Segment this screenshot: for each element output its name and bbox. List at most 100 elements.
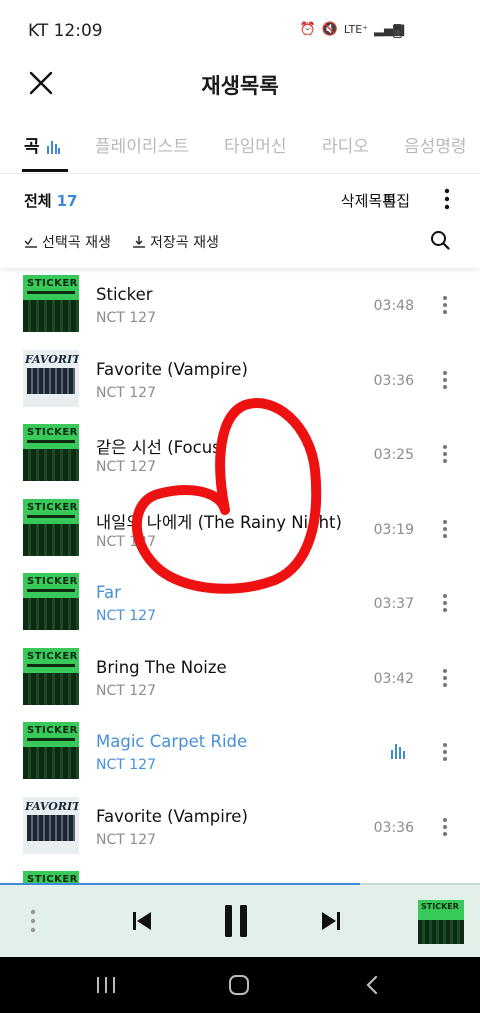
song-title: Favorite (Vampire) <box>96 359 248 379</box>
all-label: 전체 <box>24 192 52 210</box>
song-title: Far <box>96 583 121 602</box>
next-track-icon[interactable] <box>320 910 342 932</box>
network-label: LTE⁺ <box>343 23 368 36</box>
song-more-icon[interactable] <box>442 519 448 539</box>
cover-text: STICKER <box>27 576 78 587</box>
back-icon[interactable] <box>364 975 380 995</box>
check-play-icon <box>24 237 37 248</box>
song-duration: 03:42 <box>373 670 414 687</box>
song-row[interactable]: FAVORITE Favorite (Vampire) NCT 127 03:3… <box>0 343 480 418</box>
song-row[interactable]: STICKER Sticker NCT 127 03:48 <box>0 268 480 343</box>
song-more-icon[interactable] <box>442 444 448 464</box>
song-row[interactable]: FAVORITE Favorite (Vampire) NCT 127 03:3… <box>0 790 480 865</box>
song-title: Sticker <box>96 285 153 304</box>
status-icons: ⏰ 🔇 LTE⁺ ▂▄▆ <box>300 22 404 37</box>
home-icon[interactable] <box>228 975 250 995</box>
song-duration: 03:37 <box>373 596 414 612</box>
album-cover: STICKER <box>23 498 79 556</box>
album-cover: STICKER <box>23 424 79 481</box>
song-list: STICKER Sticker NCT 127 03:48 FAVORITE F… <box>0 268 480 884</box>
song-more-icon[interactable] <box>442 370 448 390</box>
cover-text: STICKER <box>27 278 78 289</box>
recent-apps-icon[interactable] <box>95 975 117 995</box>
song-artist: NCT 127 <box>96 831 156 848</box>
album-cover: FAVORITE <box>23 349 79 407</box>
song-more-icon[interactable] <box>442 742 448 762</box>
cover-text: STICKER <box>27 650 78 662</box>
song-row[interactable]: STICKER 내일의 나에게 (The Rainy Night) NCT 12… <box>0 492 480 567</box>
action-bar: 선택곡 재생 저장곡 재생 <box>0 228 480 268</box>
alarm-icon: ⏰ <box>299 22 316 37</box>
play-selected-button[interactable]: 선택곡 재생 <box>24 232 111 252</box>
song-duration: 03:19 <box>373 521 414 538</box>
tab-timemachine[interactable]: 타임머신 <box>224 132 287 157</box>
song-row-now-playing[interactable]: STICKER Magic Carpet Ride NCT 127 <box>0 715 480 790</box>
album-cover: STICKER <box>23 573 79 630</box>
player-menu-icon[interactable] <box>30 909 36 933</box>
cover-text: STICKER <box>27 501 78 513</box>
song-more-icon[interactable] <box>442 593 448 613</box>
download-play-icon <box>133 236 145 248</box>
song-title: Magic Carpet Ride <box>96 732 248 751</box>
mute-icon: 🔇 <box>321 22 338 37</box>
song-row[interactable]: STICKER 같은 시선 (Focus) NCT 127 03:25 <box>0 417 480 492</box>
album-cover: FAVORITE <box>23 796 79 854</box>
song-row[interactable]: STICKER Bring The Noize NCT 127 03:42 <box>0 641 480 716</box>
play-selected-label: 선택곡 재생 <box>42 235 111 251</box>
pause-icon[interactable] <box>223 904 249 938</box>
album-cover: STICKER <box>23 275 79 332</box>
song-artist: NCT 127 <box>96 459 156 475</box>
tab-playlist[interactable]: 플레이리스트 <box>95 132 189 157</box>
active-tab-indicator <box>22 169 68 172</box>
page-title: 재생목록 <box>201 74 279 98</box>
previous-track-icon[interactable] <box>131 910 153 932</box>
song-artist: NCT 127 <box>96 608 156 624</box>
song-more-icon[interactable] <box>442 817 448 837</box>
list-toolbar: 전체 17 삭제목록 편집 <box>0 184 480 220</box>
progress-track <box>360 883 480 885</box>
status-bar: KT 12:09 ⏰ 🔇 LTE⁺ ▂▄▆ <box>0 0 480 60</box>
song-more-icon[interactable] <box>442 668 448 688</box>
song-title: 내일의 나에게 (The Rainy Night) <box>96 512 342 532</box>
edit-button[interactable]: 편집 <box>382 190 410 211</box>
song-row-current[interactable]: STICKER Far NCT 127 03:37 <box>0 566 480 641</box>
tab-bar: 곡 플레이리스트 타임머신 라디오 음성명령 <box>0 124 480 174</box>
cover-text: FAVORITE <box>25 799 79 813</box>
song-title: Favorite (Vampire) <box>96 806 248 826</box>
search-icon[interactable] <box>430 230 450 250</box>
album-cover: STICKER <box>23 647 79 705</box>
equalizer-icon <box>46 141 60 154</box>
song-artist: NCT 127 <box>96 533 156 550</box>
song-duration: 03:25 <box>373 447 414 463</box>
tab-label: 곡 <box>24 137 40 157</box>
song-duration: 03:36 <box>373 372 414 389</box>
mini-player: STICKER <box>0 883 480 957</box>
play-saved-button[interactable]: 저장곡 재생 <box>132 232 219 252</box>
now-playing-thumbnail[interactable]: STICKER <box>418 900 464 944</box>
song-artist: NCT 127 <box>96 682 156 699</box>
total-count[interactable]: 전체 17 <box>24 190 77 211</box>
song-more-icon[interactable] <box>442 295 448 315</box>
tab-voice-command[interactable]: 음성명령 <box>404 132 467 157</box>
song-duration: 03:36 <box>373 819 414 836</box>
album-cover: STICKER <box>23 722 79 779</box>
tab-radio[interactable]: 라디오 <box>322 132 369 157</box>
song-title: 같은 시선 (Focus) <box>96 438 228 457</box>
cover-text: STICKER <box>27 427 78 438</box>
song-artist: NCT 127 <box>96 310 156 326</box>
count-badge: 17 <box>56 192 78 210</box>
play-saved-label: 저장곡 재생 <box>150 235 219 251</box>
tab-songs[interactable]: 곡 <box>24 132 60 157</box>
cover-text: STICKER <box>27 725 78 736</box>
song-artist: NCT 127 <box>96 757 156 773</box>
cover-text: FAVORITE <box>25 352 79 366</box>
song-row-partial[interactable]: STICKER <box>0 864 480 884</box>
header: 재생목록 <box>0 60 480 110</box>
now-playing-equalizer-icon <box>391 744 405 759</box>
song-artist: NCT 127 <box>96 384 156 401</box>
playback-progress[interactable] <box>0 883 360 885</box>
more-options-icon[interactable] <box>444 188 450 210</box>
thumb-text: STICKER <box>421 902 459 911</box>
system-nav-bar <box>0 957 480 1013</box>
song-title: Bring The Noize <box>96 657 227 677</box>
